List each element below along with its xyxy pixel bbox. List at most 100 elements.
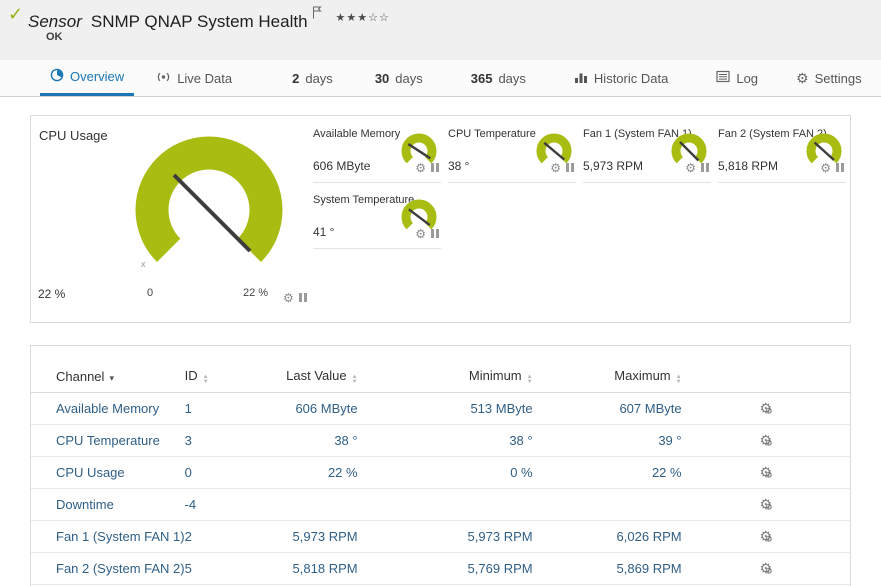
sort-icon[interactable]: ▲ ▼ (351, 374, 358, 385)
main-gauge-value: 22 % (38, 287, 66, 301)
header-minimum[interactable]: Minimum ▲ ▼ (357, 362, 533, 393)
channel-id: 1 (184, 392, 270, 425)
gear-icon[interactable]: ⚙ (550, 161, 561, 175)
channel-id: 2 (184, 520, 270, 553)
channel-name[interactable]: Downtime (31, 488, 185, 521)
header-actions (681, 362, 850, 393)
tab-30-days[interactable]: 30 days (365, 60, 433, 96)
channel-maximum: 39 ° (532, 424, 682, 457)
channel-settings-gear-icon[interactable]: ⚙ ⚙ (755, 464, 777, 481)
gear-icon[interactable]: ⚙ (283, 291, 294, 305)
gauge-value: 5,973 RPM (583, 159, 644, 173)
gauge-axis-marker: x (141, 259, 146, 269)
tab-2-days[interactable]: 2 days (282, 60, 343, 96)
tab-settings[interactable]: ⚙ Settings (786, 60, 872, 96)
tab-overview[interactable]: Overview (40, 60, 135, 96)
tab-number: 2 (292, 70, 300, 86)
tab-label: days (498, 70, 526, 86)
sort-icon[interactable]: ▲ ▼ (675, 374, 682, 385)
tab-number: 30 (374, 70, 390, 86)
gauge-scale-max-label: 22 % (243, 287, 269, 299)
channel-minimum: 38 ° (357, 424, 533, 457)
main-gauge-title: CPU Usage (39, 128, 108, 143)
sort-icon[interactable]: ▲ ▼ (526, 374, 533, 385)
gear-icon[interactable]: ⚙ (415, 161, 426, 175)
gear-icon[interactable]: ⚙ (685, 161, 696, 175)
channel-minimum: 513 MByte (357, 392, 533, 425)
pause-icon[interactable] (836, 163, 844, 172)
header-label: Last Value (286, 368, 347, 383)
priority-stars[interactable]: ★★★☆☆ (336, 12, 390, 24)
gauge-value: 606 MByte (313, 159, 371, 173)
tab-label: Live Data (177, 70, 233, 86)
tab-log[interactable]: Log (706, 60, 768, 96)
sort-down-icon: ▼ (526, 378, 533, 385)
tab-live-data[interactable]: Live Data (146, 60, 242, 96)
pause-icon[interactable] (431, 163, 439, 172)
settings-gear-icon: ⚙ (796, 69, 809, 86)
channel-id: -4 (184, 488, 270, 521)
status-ok-check-icon: ✓ (8, 4, 24, 24)
header-label: Minimum (468, 368, 522, 383)
channel-last-value: 5,818 RPM (269, 552, 358, 585)
gear-icon: ⚙ (764, 470, 773, 480)
gauge-cell-cpu-temperature: CPU Temperature 38 ° ⚙ (448, 123, 576, 183)
sort-desc-icon[interactable]: ▾ (109, 373, 114, 383)
header-channel[interactable]: Channel ▾ (31, 362, 185, 393)
channel-name[interactable]: CPU Temperature (31, 424, 185, 457)
sort-icon[interactable]: ▲ ▼ (203, 374, 209, 384)
pause-icon[interactable] (701, 163, 709, 172)
header-maximum[interactable]: Maximum ▲ ▼ (532, 362, 682, 393)
gauge-cell-fan-1: Fan 1 (System FAN 1) 5,973 RPM ⚙ (583, 123, 711, 183)
pause-icon[interactable] (431, 229, 439, 238)
header-id[interactable]: ID ▲ ▼ (184, 362, 270, 393)
log-icon (716, 70, 730, 86)
gear-icon: ⚙ (764, 534, 773, 544)
table-row[interactable]: Fan 2 (System FAN 2) 5 5,818 RPM 5,769 R… (31, 552, 850, 585)
table-row[interactable]: CPU Usage 0 22 % 0 % 22 % ⚙ ⚙ (31, 456, 850, 489)
table-row[interactable]: Downtime -4 ⚙ ⚙ (31, 488, 850, 521)
tab-historic-data[interactable]: Historic Data (564, 60, 678, 96)
gauge-value: 38 ° (448, 159, 470, 173)
channel-last-value: 38 ° (269, 424, 358, 457)
channel-name[interactable]: CPU Usage (31, 456, 185, 489)
header-last-value[interactable]: Last Value ▲ ▼ (269, 362, 358, 393)
gear-icon[interactable]: ⚙ (820, 161, 831, 175)
gauge-cell-fan-2: Fan 2 (System FAN 2) 5,818 RPM ⚙ (718, 123, 846, 183)
historic-data-icon (574, 70, 588, 87)
table-row[interactable]: Fan 1 (System FAN 1) 2 5,973 RPM 5,973 R… (31, 520, 850, 553)
channel-name[interactable]: Available Memory (31, 392, 185, 425)
sort-down-icon: ▼ (675, 378, 682, 385)
tab-365-days[interactable]: 365 days (461, 60, 536, 96)
channel-settings-gear-icon[interactable]: ⚙ ⚙ (755, 496, 777, 513)
header-label: Channel (56, 368, 105, 384)
main-gauge-actions: ⚙ (283, 289, 307, 307)
channel-id: 5 (184, 552, 270, 585)
channel-minimum (357, 488, 533, 521)
cpu-usage-gauge-dial (135, 136, 283, 262)
gear-icon[interactable]: ⚙ (415, 227, 426, 241)
channel-settings-gear-icon[interactable]: ⚙ ⚙ (755, 560, 777, 577)
page-title: SNMP QNAP System Health (90, 12, 308, 31)
sort-down-icon: ▼ (351, 378, 358, 385)
gear-icon: ⚙ (764, 502, 773, 512)
table-row[interactable]: CPU Temperature 3 38 ° 38 ° 39 ° ⚙ ⚙ (31, 424, 850, 457)
channel-settings-gear-icon[interactable]: ⚙ ⚙ (755, 432, 777, 449)
live-data-icon (156, 70, 171, 87)
gear-icon: ⚙ (764, 566, 773, 576)
pause-icon[interactable] (566, 163, 574, 172)
tab-label: days (395, 70, 423, 86)
gear-icon: ⚙ (764, 406, 773, 416)
channel-name[interactable]: Fan 1 (System FAN 1) (31, 520, 185, 553)
gauge-cell-available-memory: Available Memory 606 MByte ⚙ (313, 123, 441, 183)
channel-maximum (532, 488, 682, 521)
channel-last-value (269, 488, 358, 521)
channel-name[interactable]: Fan 2 (System FAN 2) (31, 552, 185, 585)
channel-settings-gear-icon[interactable]: ⚙ ⚙ (755, 400, 777, 417)
table-row[interactable]: Available Memory 1 606 MByte 513 MByte 6… (31, 392, 850, 425)
channel-minimum: 0 % (357, 456, 533, 489)
flag-icon[interactable] (312, 4, 322, 23)
pause-icon[interactable] (298, 293, 307, 302)
channel-settings-gear-icon[interactable]: ⚙ ⚙ (755, 528, 777, 545)
channel-id: 3 (184, 424, 270, 457)
